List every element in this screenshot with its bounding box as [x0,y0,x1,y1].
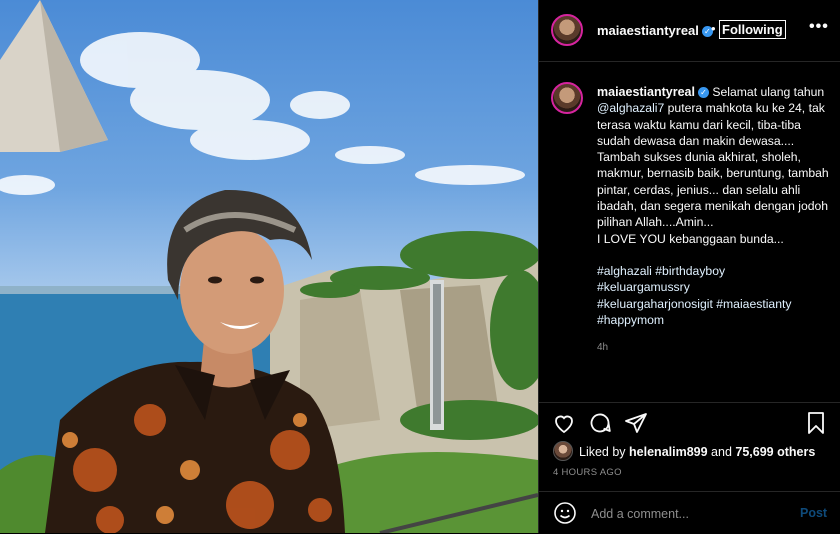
hashtag-link[interactable]: #maiaestianty [716,297,791,311]
caption-timestamp: 4h [597,342,609,354]
bookmark-icon[interactable] [804,411,828,435]
likes-count[interactable]: 75,699 others [735,445,815,459]
caption-hashtags: #alghazali #birthdayboy #keluargamussry … [597,263,833,328]
hashtag-link[interactable]: #birthdayboy [655,264,725,278]
comment-icon[interactable] [588,411,612,435]
verified-badge-icon: ✓ [697,87,709,98]
share-icon[interactable] [624,411,648,435]
caption-text-start: Selamat ulang tahun [712,85,825,99]
following-button[interactable]: Following [719,20,786,39]
liker-avatar[interactable] [553,441,573,461]
post-side-panel: maiaestiantyreal ✓ • Following ••• maiaes… [538,0,840,533]
hashtag-link[interactable]: #keluargamussry [597,280,690,294]
likes-prefix: Liked by [579,445,626,459]
post-age[interactable]: 4 HOURS AGO [553,467,622,478]
caption-text: maiaestiantyreal ✓ Selamat ulang tahun @a… [597,84,833,247]
likes-summary[interactable]: Liked by helenalim899 and 75,699 others [553,441,815,461]
hashtag-link[interactable]: #alghazali [597,264,652,278]
comment-input[interactable] [589,504,793,524]
comment-bar: Post [539,491,840,534]
caption-text-body: putera mahkota ku ke 24, tak terasa wakt… [597,101,829,246]
author-avatar[interactable] [551,14,583,46]
caption-username[interactable]: maiaestiantyreal [597,85,695,99]
post-actions: Liked by helenalim899 and 75,699 others … [539,402,840,533]
hashtag-link[interactable]: #happymom [597,313,664,327]
hashtag-link[interactable]: #keluargaharjonosigit [597,297,713,311]
emoji-icon[interactable] [553,501,577,525]
caption-mention-link[interactable]: @alghazali7 [597,101,664,115]
caption-avatar[interactable] [551,82,583,114]
post-photo[interactable] [0,0,538,533]
header-separator: • [711,21,716,36]
caption: maiaestiantyreal ✓ Selamat ulang tahun @a… [597,84,833,356]
post-comment-button[interactable]: Post [800,506,827,520]
caption-area: maiaestiantyreal ✓ Selamat ulang tahun @a… [539,62,840,402]
liker-username[interactable]: helenalim899 [629,445,708,459]
more-options-icon[interactable]: ••• [809,18,829,36]
photo-illustration [0,0,538,533]
author-username[interactable]: maiaestiantyreal ✓ [597,23,713,38]
likes-connector: and [711,445,732,459]
heart-icon[interactable] [552,411,576,435]
post-header: maiaestiantyreal ✓ • Following ••• [539,0,840,62]
